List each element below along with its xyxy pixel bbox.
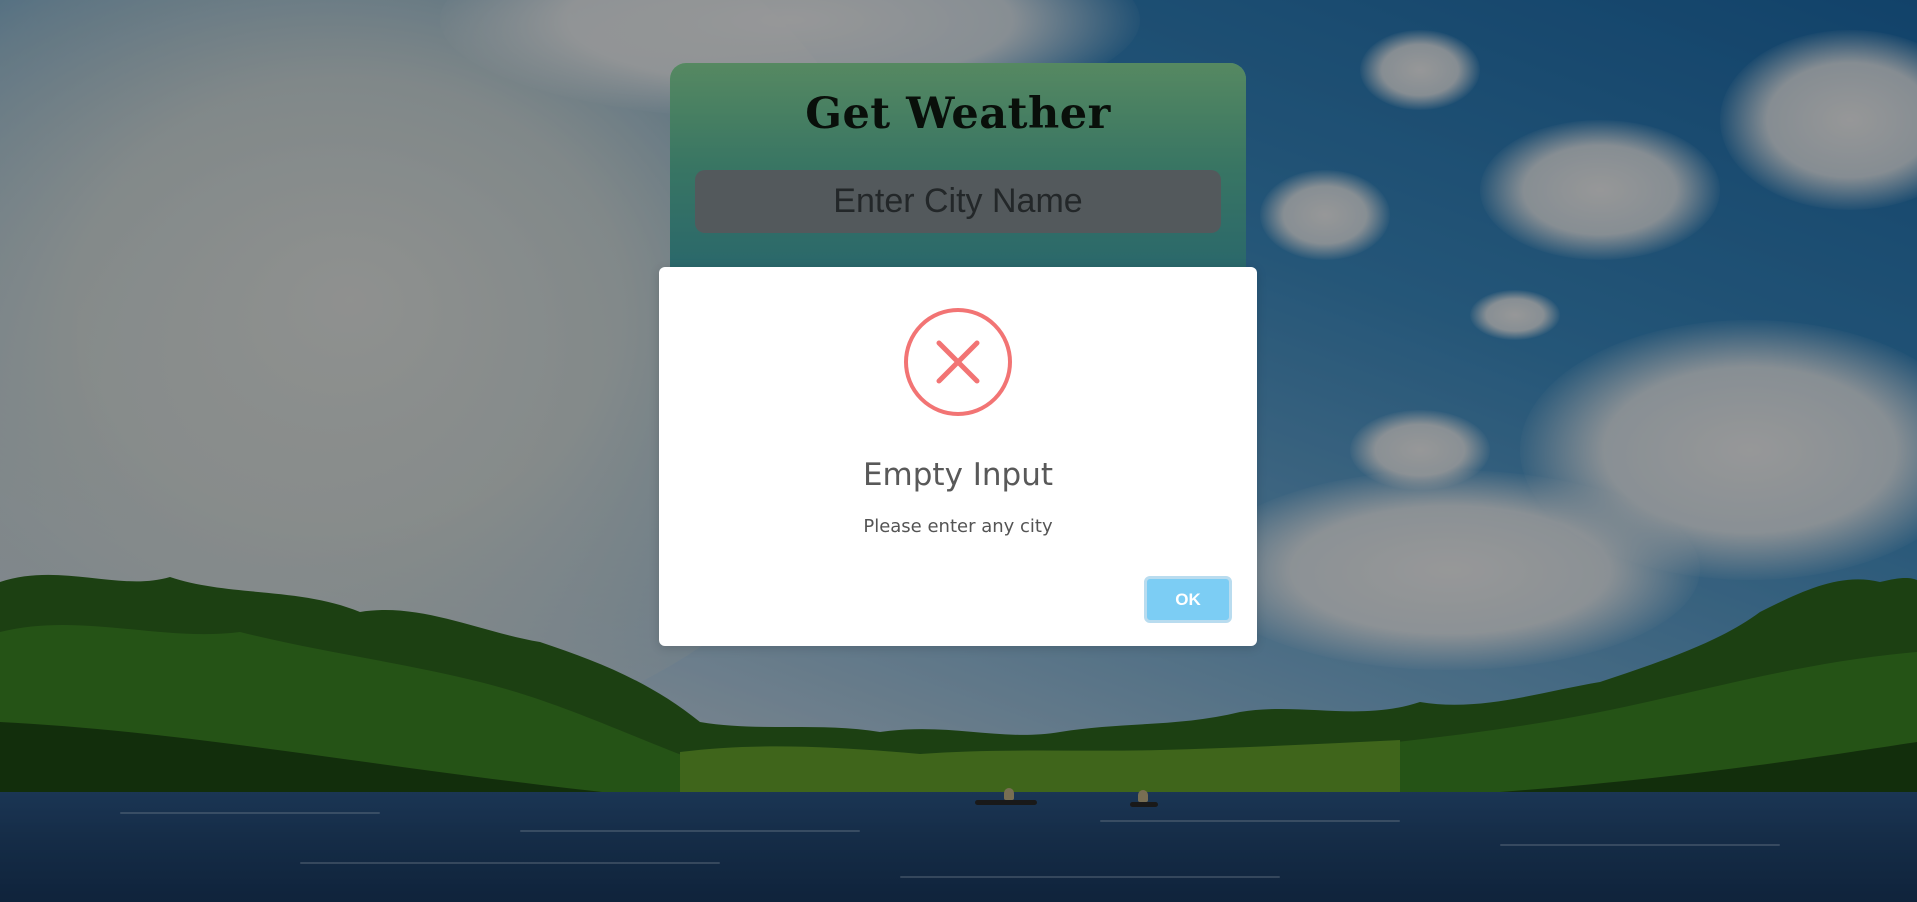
alert-title: Empty Input	[862, 457, 1054, 493]
ok-button[interactable]: OK	[1144, 576, 1232, 623]
error-x-circle-icon	[904, 308, 1012, 416]
alert-dialog: Empty Input Please enter any city OK	[659, 267, 1257, 646]
alert-message: Please enter any city	[863, 516, 1053, 537]
weather-card: Get Weather	[670, 63, 1246, 293]
